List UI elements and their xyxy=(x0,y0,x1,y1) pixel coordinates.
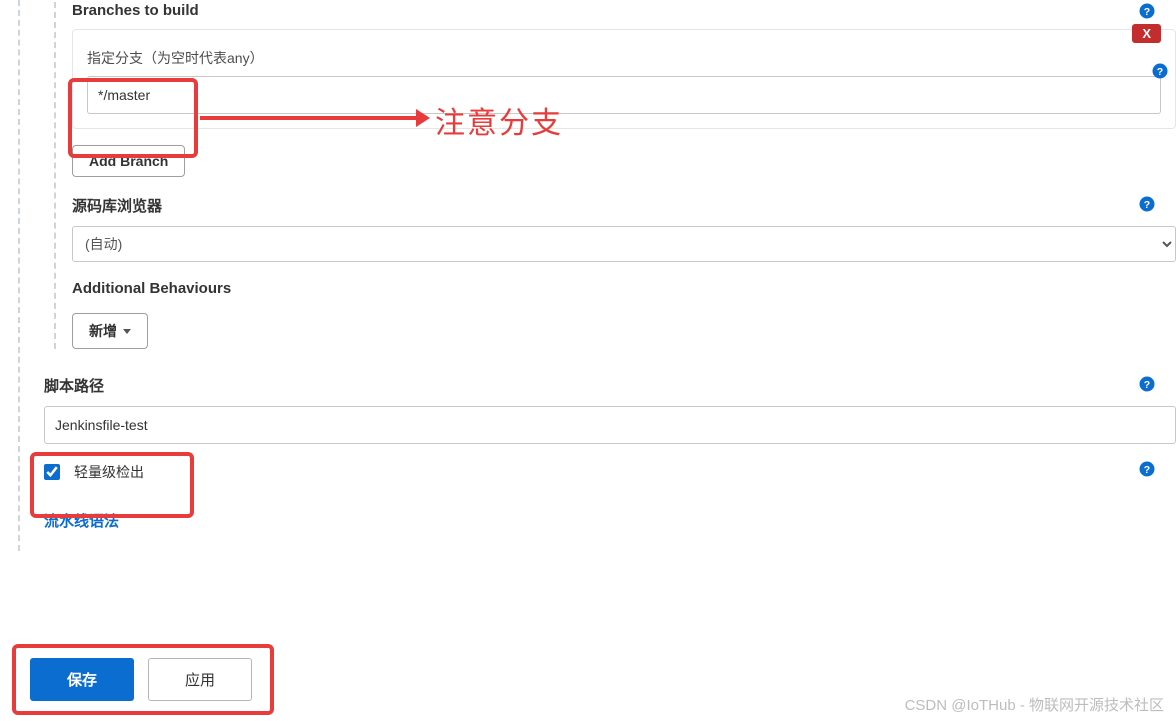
branches-to-build-label: Branches to build xyxy=(72,2,1176,19)
svg-text:?: ? xyxy=(1144,379,1150,391)
repo-browser-select[interactable]: (自动) xyxy=(72,226,1176,262)
svg-text:?: ? xyxy=(1144,6,1150,18)
help-icon[interactable]: ? xyxy=(1151,62,1169,80)
lightweight-checkout-label: 轻量级检出 xyxy=(74,462,144,482)
save-apply-bar: 保存 应用 xyxy=(12,644,274,715)
pipeline-syntax-link[interactable]: 流水线语法 xyxy=(44,510,119,531)
svg-text:?: ? xyxy=(1144,199,1150,211)
add-behaviour-label: 新增 xyxy=(89,321,117,341)
svg-text:?: ? xyxy=(1157,66,1163,78)
branch-specifier-input[interactable] xyxy=(87,76,1161,114)
save-button[interactable]: 保存 xyxy=(30,658,134,701)
additional-behaviours-label: Additional Behaviours xyxy=(72,280,1176,297)
add-behaviour-button[interactable]: 新增 xyxy=(72,313,148,349)
help-icon[interactable]: ? xyxy=(1138,460,1156,478)
script-path-input[interactable] xyxy=(44,406,1176,444)
help-icon[interactable]: ? xyxy=(1138,195,1156,213)
repo-browser-label: 源码库浏览器 xyxy=(72,195,1176,216)
chevron-down-icon xyxy=(123,329,131,334)
script-path-label: 脚本路径 xyxy=(44,375,1176,396)
branch-specifier-label: 指定分支（为空时代表any） xyxy=(87,48,1161,68)
apply-button[interactable]: 应用 xyxy=(148,658,252,701)
watermark-text: CSDN @IoTHub - 物联网开源技术社区 xyxy=(905,694,1164,715)
lightweight-checkout-checkbox[interactable] xyxy=(44,464,60,480)
svg-text:?: ? xyxy=(1144,464,1150,476)
help-icon[interactable]: ? xyxy=(1138,375,1156,393)
add-branch-label: Add Branch xyxy=(89,153,168,169)
branch-group-box: X ? 指定分支（为空时代表any） xyxy=(72,29,1176,129)
help-icon[interactable]: ? xyxy=(1138,2,1156,20)
add-branch-button[interactable]: Add Branch xyxy=(72,145,185,177)
delete-branch-button[interactable]: X xyxy=(1132,24,1161,43)
